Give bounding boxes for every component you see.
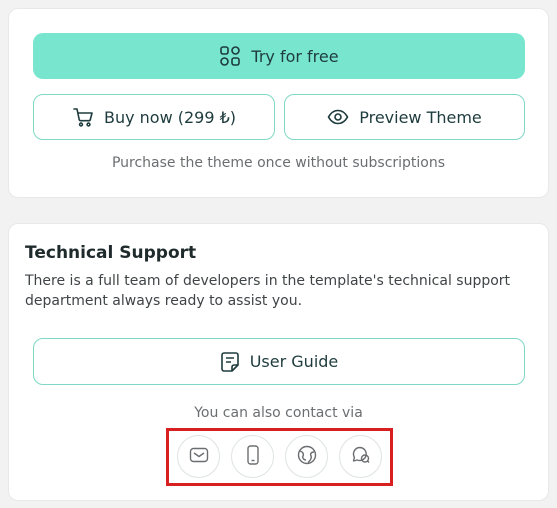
- grid-icon: [219, 45, 241, 67]
- try-for-free-label: Try for free: [251, 46, 339, 66]
- purchase-card: Try for free Buy now (299 ₺) Preview The…: [8, 8, 549, 198]
- cart-icon: [72, 106, 94, 128]
- purchase-note: Purchase the theme once without subscrip…: [111, 155, 446, 171]
- user-guide-button[interactable]: User Guide: [33, 338, 525, 385]
- chat-icon: [350, 444, 372, 470]
- contact-icons: [177, 435, 382, 478]
- phone-contact-button[interactable]: [231, 435, 274, 478]
- preview-theme-button[interactable]: Preview Theme: [284, 94, 525, 140]
- support-title: Technical Support: [25, 243, 197, 263]
- preview-theme-label: Preview Theme: [359, 107, 482, 127]
- eye-icon: [327, 106, 349, 128]
- buy-now-button[interactable]: Buy now (299 ₺): [33, 94, 275, 140]
- website-contact-button[interactable]: [285, 435, 328, 478]
- contact-label: You can also contact via: [194, 405, 363, 421]
- buy-now-label: Buy now (299 ₺): [103, 107, 237, 127]
- user-guide-label: User Guide: [249, 352, 339, 371]
- document-icon: [220, 351, 240, 373]
- chat-contact-button[interactable]: [339, 435, 382, 478]
- mail-contact-button[interactable]: [177, 435, 220, 478]
- support-description: There is a full team of developers in th…: [25, 273, 511, 309]
- phone-icon: [242, 444, 264, 470]
- support-card: Technical Support There is a full team o…: [8, 223, 549, 501]
- mail-icon: [188, 444, 210, 470]
- globe-icon: [296, 444, 318, 470]
- try-for-free-button[interactable]: Try for free: [33, 33, 525, 79]
